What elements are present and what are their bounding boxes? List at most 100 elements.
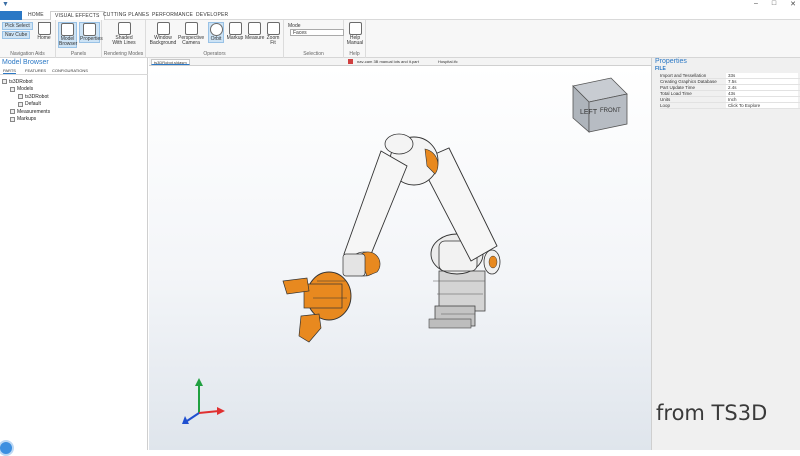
property-value[interactable]: Click To Explore [726,103,798,108]
property-value: 43s [726,91,798,96]
folder-icon [10,86,15,92]
property-value: 7.5s [726,79,798,84]
robot-forearm[interactable] [342,150,408,277]
tree-item-label: Default [25,101,41,108]
perspective-camera-label: Perspective Camera [178,35,205,46]
property-key: Total Load Time [660,91,692,96]
group-navigation-aids: Pick Select Nav Cube Home Navigation Aid… [0,20,56,58]
model-browser-icon [61,23,74,36]
minimize-button[interactable]: – [754,0,758,8]
3d-viewport[interactable]: LEFT FRONT [149,66,651,450]
tree-item-label: Models [17,86,34,93]
zoom-fit-icon [266,22,280,35]
mode-select-dropdown[interactable]: Faces [290,29,344,36]
group-panels: Model Browser Properties Panels [56,20,103,58]
doc-tab-robot[interactable]: ts3DRobot.sldasm [151,59,190,65]
zoom-fit-label: Zoom Fit [266,35,280,46]
nav-cube-button[interactable]: Nav Cube [2,31,31,39]
tree-item-models[interactable]: Models [2,86,50,94]
cube-shaded-icon [117,22,131,35]
tab-features[interactable]: FEATURES [25,68,46,73]
orbit-button[interactable]: Orbit [208,22,224,43]
home-button[interactable]: Home [36,22,52,41]
help-manual-label: Help Manual [346,35,364,46]
tree-item-root[interactable]: ts3DRobot [2,78,50,86]
help-manual-button[interactable]: Help Manual [346,22,364,46]
tab-configurations[interactable]: CONFIGURATIONS [52,68,88,73]
window-controls: – □ ✕ [754,0,796,8]
scene-canvas[interactable]: LEFT FRONT [149,66,651,450]
group-help: Help Manual Help [344,20,366,58]
group-label-help: Help [349,51,360,57]
markup-icon [228,22,242,35]
property-value: Inch [726,97,798,102]
pick-select-button[interactable]: Pick Select [2,22,33,30]
properties-table: Import and Tessellation 33s Creating Gra… [660,73,800,109]
tab-developer[interactable]: DEVELOPER [196,12,228,18]
maximize-button[interactable]: □ [772,0,776,8]
title-bar: ▼ – □ ✕ [0,0,800,11]
property-key: Loop [660,103,671,108]
robot-gripper[interactable] [282,271,352,343]
file-tab[interactable] [0,11,22,20]
property-key: Creating Graphics Database [660,79,717,84]
model-browser-label: Model Browser [59,36,78,47]
property-key: Import and Tessellation [660,73,707,78]
doc-tab-navcam[interactable]: nav-cam 3B manual lots and it.part [355,59,421,65]
doc-tab-hospital[interactable]: Hospital.ifc [436,59,460,65]
navigation-cube[interactable]: LEFT FRONT [572,77,628,133]
model-browser-button[interactable]: Model Browser [58,22,77,48]
window-background-label: Window Background [149,35,177,46]
group-rendering-modes: Shaded With Lines Rendering Modes [102,20,146,58]
group-label-navigation-aids: Navigation Aids [10,51,45,57]
measure-icon [10,109,15,115]
quick-access-menu-icon[interactable]: ▼ [2,1,9,8]
tab-home[interactable]: HOME [28,12,44,18]
properties-panel: Properties FILE Import and Tessellation … [651,58,800,450]
property-value: 33s [726,73,798,78]
camera-icon [184,22,198,35]
property-row: Loop Click To Explore [660,103,800,109]
model-browser-panel: Model Browser PARTS FEATURES CONFIGURATI… [0,58,148,450]
selection-mode: Mode Faces [288,23,344,36]
tree-item-label: ts3DRobot [9,78,33,85]
axis-triad [182,378,225,424]
navcube-front-label[interactable]: FRONT [600,108,621,114]
markup-icon [10,116,15,122]
tab-parts[interactable]: PARTS [3,68,16,74]
help-icon [348,22,362,35]
robot-base[interactable] [428,270,486,329]
ribbon-tab-bar: HOME VISUAL EFFECTS CUTTING PLANES PERFO… [0,11,800,21]
taskbar-search-icon[interactable] [0,440,14,456]
measure-button[interactable]: Measure [245,22,264,41]
properties-label: Properties [80,36,103,42]
close-tab-icon[interactable] [348,59,353,64]
orbit-label: Orbit [210,36,222,42]
tree-item-measurements[interactable]: Measurements [2,108,50,116]
tab-cutting-planes[interactable]: CUTTING PLANES [103,12,149,18]
group-label-rendering-modes: Rendering Modes [103,51,144,57]
orbit-icon [209,23,223,36]
window-background-button[interactable]: Window Background [148,22,178,46]
tree-item-label: Measurements [17,108,51,115]
properties-button[interactable]: Properties [79,22,103,43]
tree-item-markups[interactable]: Markups [2,116,50,124]
group-operators: Window Background Perspective Camera Orb… [146,20,284,58]
model-tree: ts3DRobot Models ts3DRobot Default Measu… [2,78,50,123]
tree-item-robot[interactable]: ts3DRobot [2,93,50,101]
zoom-fit-button[interactable]: Zoom Fit [265,22,281,46]
property-key: Units [660,97,671,102]
home-icon [37,22,51,35]
tab-performance[interactable]: PERFORMANCE [152,12,193,18]
expand-icon[interactable] [2,79,7,85]
navcube-left-label[interactable]: LEFT [580,109,598,116]
close-button[interactable]: ✕ [790,0,796,8]
tree-item-default[interactable]: Default [2,101,50,109]
markup-button[interactable]: Markup [226,22,244,41]
background-icon [156,22,170,35]
properties-section-file[interactable]: FILE [655,66,666,72]
markup-label: Markup [226,35,244,41]
perspective-camera-button[interactable]: Perspective Camera [178,22,204,46]
tree-item-label: ts3DRobot [25,93,49,100]
shaded-with-lines-button[interactable]: Shaded With Lines [110,22,138,46]
